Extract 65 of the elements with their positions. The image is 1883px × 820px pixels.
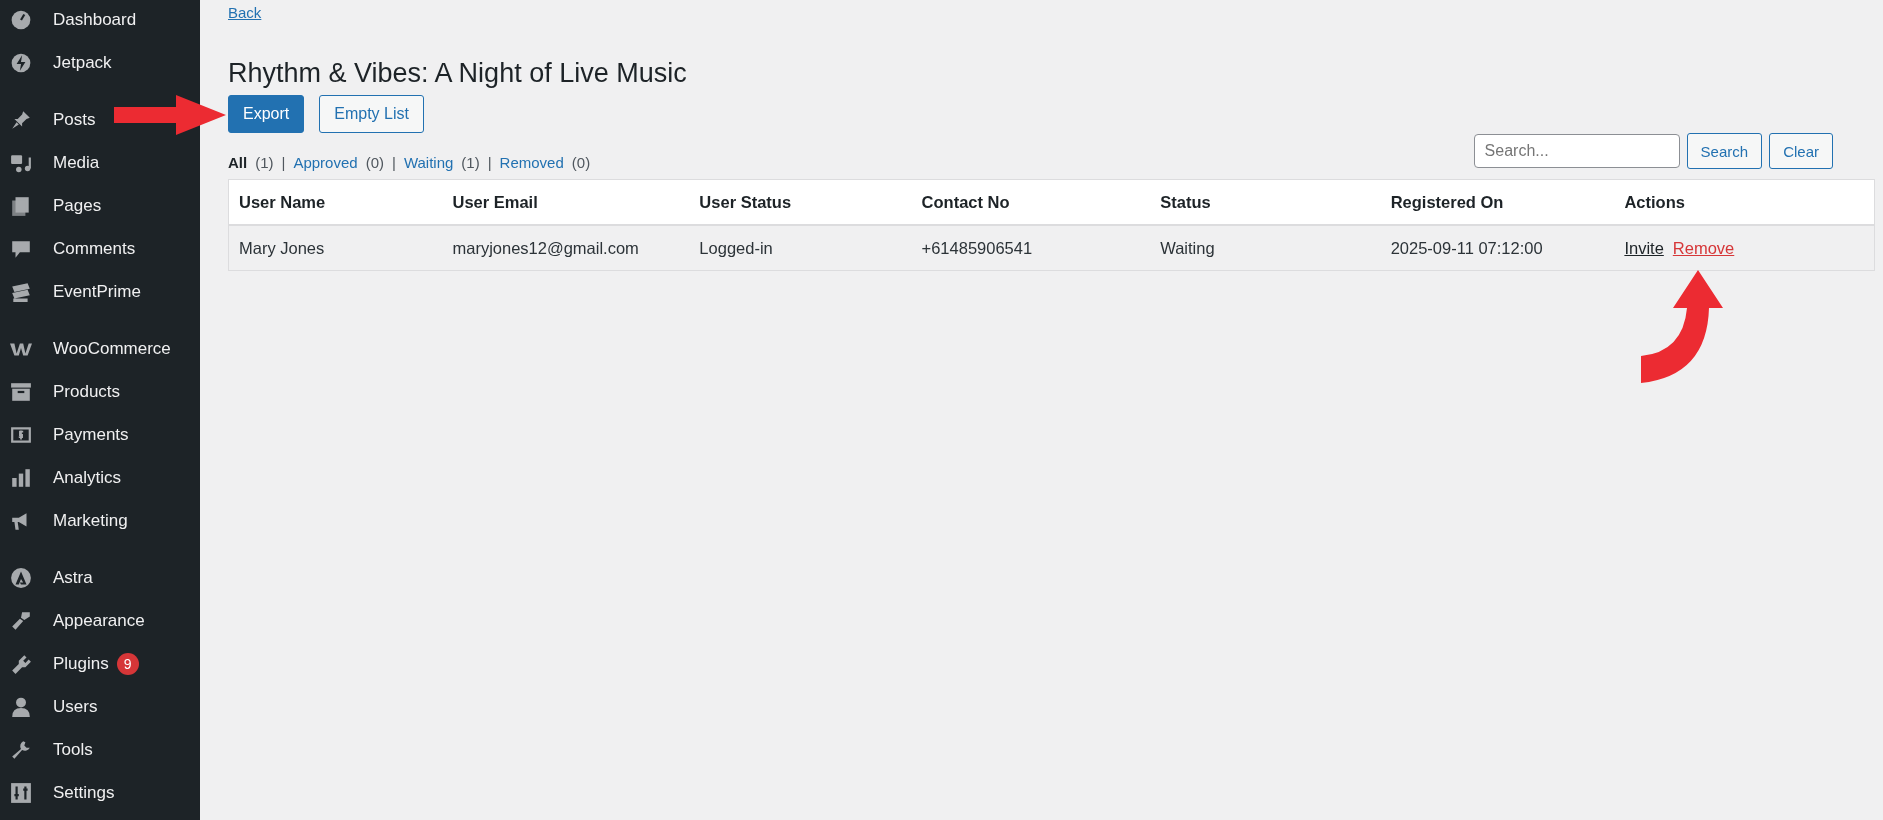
filter-count: (1) [255,154,274,171]
sidebar-item[interactable]: Users [0,685,98,728]
bar-chart-icon [10,466,32,489]
search-button[interactable]: Search [1686,133,1763,169]
invite-link[interactable]: Invite [1624,238,1664,258]
filter-separator: | [487,154,492,171]
sidebar-item[interactable]: Astra [0,556,93,599]
pin-icon [10,108,32,131]
sidebar-item[interactable]: Tools [0,728,93,771]
back-link[interactable]: Back [228,4,262,21]
dashboard-gauge-icon [10,8,32,31]
column-header: Contact No [911,179,1151,225]
sidebar-item[interactable]: Dashboard [0,0,137,41]
paintbrush-icon [10,609,32,632]
sidebar-item[interactable]: Plugins 9 [0,642,139,685]
table-cell: Logged-in [689,225,912,271]
sidebar-item[interactable]: Products [0,370,121,413]
pages-icon [10,194,32,217]
sidebar-item[interactable]: Pages [0,184,102,227]
page-title: Rhythm & Vibes: A Night of Live Music [228,58,688,89]
sidebar-item[interactable]: Media [0,141,100,184]
filter-link[interactable]: Removed [499,154,564,171]
column-header: User Status [689,179,912,225]
wrench-icon [10,738,32,761]
a-logo-icon [10,566,32,589]
filter-separator: | [281,154,286,171]
filter-count: (0) [571,154,591,171]
column-header: Actions [1614,179,1875,225]
clear-button[interactable]: Clear [1769,133,1833,169]
sidebar-item[interactable]: Payments [0,413,129,456]
column-header: Status [1150,179,1381,225]
update-count-badge: 9 [116,652,139,675]
column-header: User Email [442,179,690,225]
plug-icon [10,652,32,675]
table-cell: 2025-09-11 07:12:00 [1380,225,1615,271]
table-cell: Waiting [1150,225,1381,271]
sidebar-item[interactable]: Analytics [0,456,122,499]
filter-separator: | [392,154,396,171]
sidebar-item[interactable]: Settings [0,771,115,814]
column-header: User Name [228,179,443,225]
search-field[interactable]: Search... [1473,134,1680,168]
archive-box-icon [10,380,32,403]
table-cell: +61485906541 [911,225,1151,271]
bolt-icon [10,51,32,74]
empty-list-button[interactable]: Empty List [319,95,424,133]
filter-link[interactable]: Approved [293,154,358,171]
sidebar-item[interactable]: WooCommerce [0,327,171,370]
sliders-icon [10,781,32,804]
table-cell: Mary Jones [228,225,443,271]
column-header: Registered On [1380,179,1615,225]
export-button[interactable]: Export [228,95,305,133]
sidebar-item[interactable]: EventPrime [0,270,141,313]
filter-link[interactable]: All [228,154,248,171]
filter-count: (0) [365,154,384,171]
sidebar-item[interactable]: Marketing [0,499,128,542]
remove-link[interactable]: Remove [1672,238,1735,258]
filter-count: (1) [461,154,480,171]
filter-link[interactable]: Waiting [403,154,454,171]
sidebar-item[interactable]: Jetpack [0,41,112,84]
table-cell: maryjones12@gmail.com [442,225,690,271]
user-icon [10,695,32,718]
sidebar-item[interactable]: Appearance [0,599,145,642]
sidebar-item[interactable]: Posts [0,98,96,141]
sidebar-item[interactable]: Comments [0,227,136,270]
tickets-icon [10,280,32,303]
